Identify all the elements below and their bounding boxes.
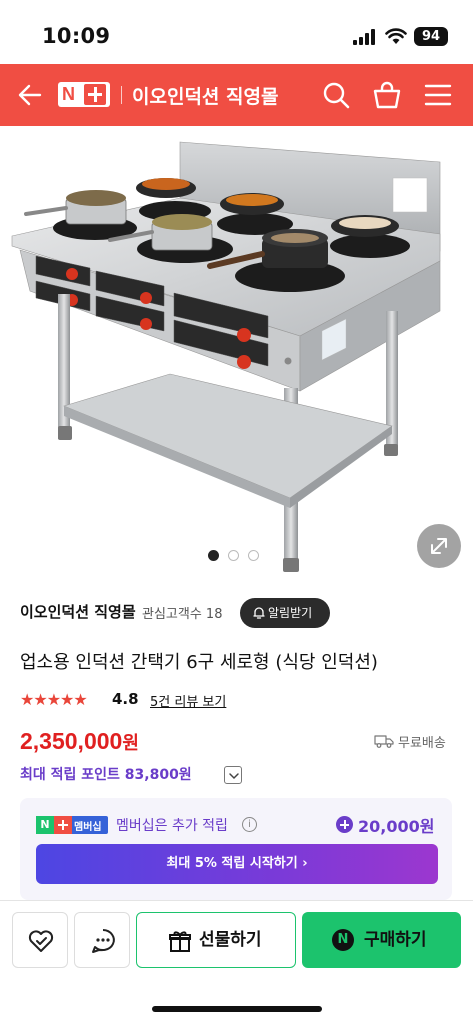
price-unit: 원 <box>122 733 139 754</box>
membership-card: N 멤버십 멤버십은 추가 적립 i 20,000원 최대 5% 적립 시작하기… <box>20 798 452 900</box>
max-points: 최대 적립 포인트 83,800원 <box>20 767 192 783</box>
carousel-dot-active[interactable] <box>208 550 219 561</box>
chevron-down-icon <box>229 773 239 780</box>
expand-image-button[interactable] <box>417 524 461 568</box>
heart-check-icon <box>28 930 54 952</box>
delivery-truck-icon <box>374 735 394 748</box>
logo-n: N <box>62 84 75 104</box>
naver-plus-logo[interactable]: N <box>58 82 110 107</box>
carousel-dot-video[interactable] <box>248 550 259 561</box>
cellular-signal-icon <box>353 29 375 45</box>
carousel-indicator <box>206 548 266 562</box>
points-expand-button[interactable] <box>224 766 242 784</box>
membership-amount: 20,000원 <box>358 817 435 836</box>
bell-plus-icon <box>253 607 265 619</box>
status-bar: 10:09 94 <box>0 0 473 64</box>
header-divider <box>121 86 122 104</box>
plus-icon <box>84 84 106 105</box>
price-amount: 2,350,000 <box>20 728 123 754</box>
expand-arrows-icon <box>431 538 447 554</box>
back-arrow-icon[interactable] <box>16 81 44 109</box>
plus-icon <box>54 816 72 834</box>
gift-button[interactable]: 선물하기 <box>136 912 296 968</box>
store-title[interactable]: 이오인덕션 직영몰 <box>132 82 278 109</box>
plus-circle-icon <box>336 816 353 833</box>
gift-label: 선물하기 <box>199 930 262 950</box>
shipping-info: 무료배송 <box>374 732 446 751</box>
alert-button-label: 알림받기 <box>268 606 313 620</box>
membership-start-button[interactable]: 최대 5% 적립 시작하기 › <box>36 844 438 884</box>
membership-text: 멤버십은 추가 적립 <box>116 818 228 834</box>
rating-score: 4.8 <box>112 690 139 708</box>
shipping-label: 무료배송 <box>398 736 446 751</box>
chat-button[interactable] <box>74 912 130 968</box>
notification-subscribe-button[interactable]: 알림받기 <box>240 598 330 628</box>
product-image[interactable] <box>0 126 473 586</box>
wishlist-button[interactable] <box>12 912 68 968</box>
membership-badge: N 멤버십 <box>36 816 108 834</box>
reviews-link[interactable]: 5건 리뷰 보기 <box>150 691 226 710</box>
gift-icon <box>169 931 191 952</box>
search-icon[interactable] <box>322 81 350 109</box>
hamburger-menu-icon[interactable] <box>424 82 452 108</box>
follower-count: 관심고객수 18 <box>142 607 223 622</box>
clock: 10:09 <box>42 24 111 48</box>
carousel-dot[interactable] <box>228 550 239 561</box>
badge-n: N <box>36 816 54 834</box>
chat-bubble-icon <box>92 929 115 953</box>
battery-indicator: 94 <box>414 27 448 46</box>
home-indicator <box>152 1006 322 1012</box>
app-header: N 이오인덕션 직영몰 <box>0 64 473 126</box>
buy-label: 구매하기 <box>364 930 427 950</box>
induction-cooktop-illustration <box>11 141 441 572</box>
store-name[interactable]: 이오인덕션 직영몰 <box>20 601 136 622</box>
info-icon[interactable]: i <box>242 817 257 832</box>
star-rating-icon: ★★★★★ <box>20 690 88 709</box>
badge-text: 멤버십 <box>74 822 102 833</box>
naver-pay-icon: N <box>332 929 354 951</box>
product-title: 업소용 인덕션 간택기 6구 세로형 (식당 인덕션) <box>20 652 378 673</box>
wifi-icon <box>385 28 407 44</box>
price: 2,350,000원 <box>20 728 139 755</box>
shopping-basket-icon[interactable] <box>372 80 402 110</box>
buy-button[interactable]: N 구매하기 <box>302 912 461 968</box>
